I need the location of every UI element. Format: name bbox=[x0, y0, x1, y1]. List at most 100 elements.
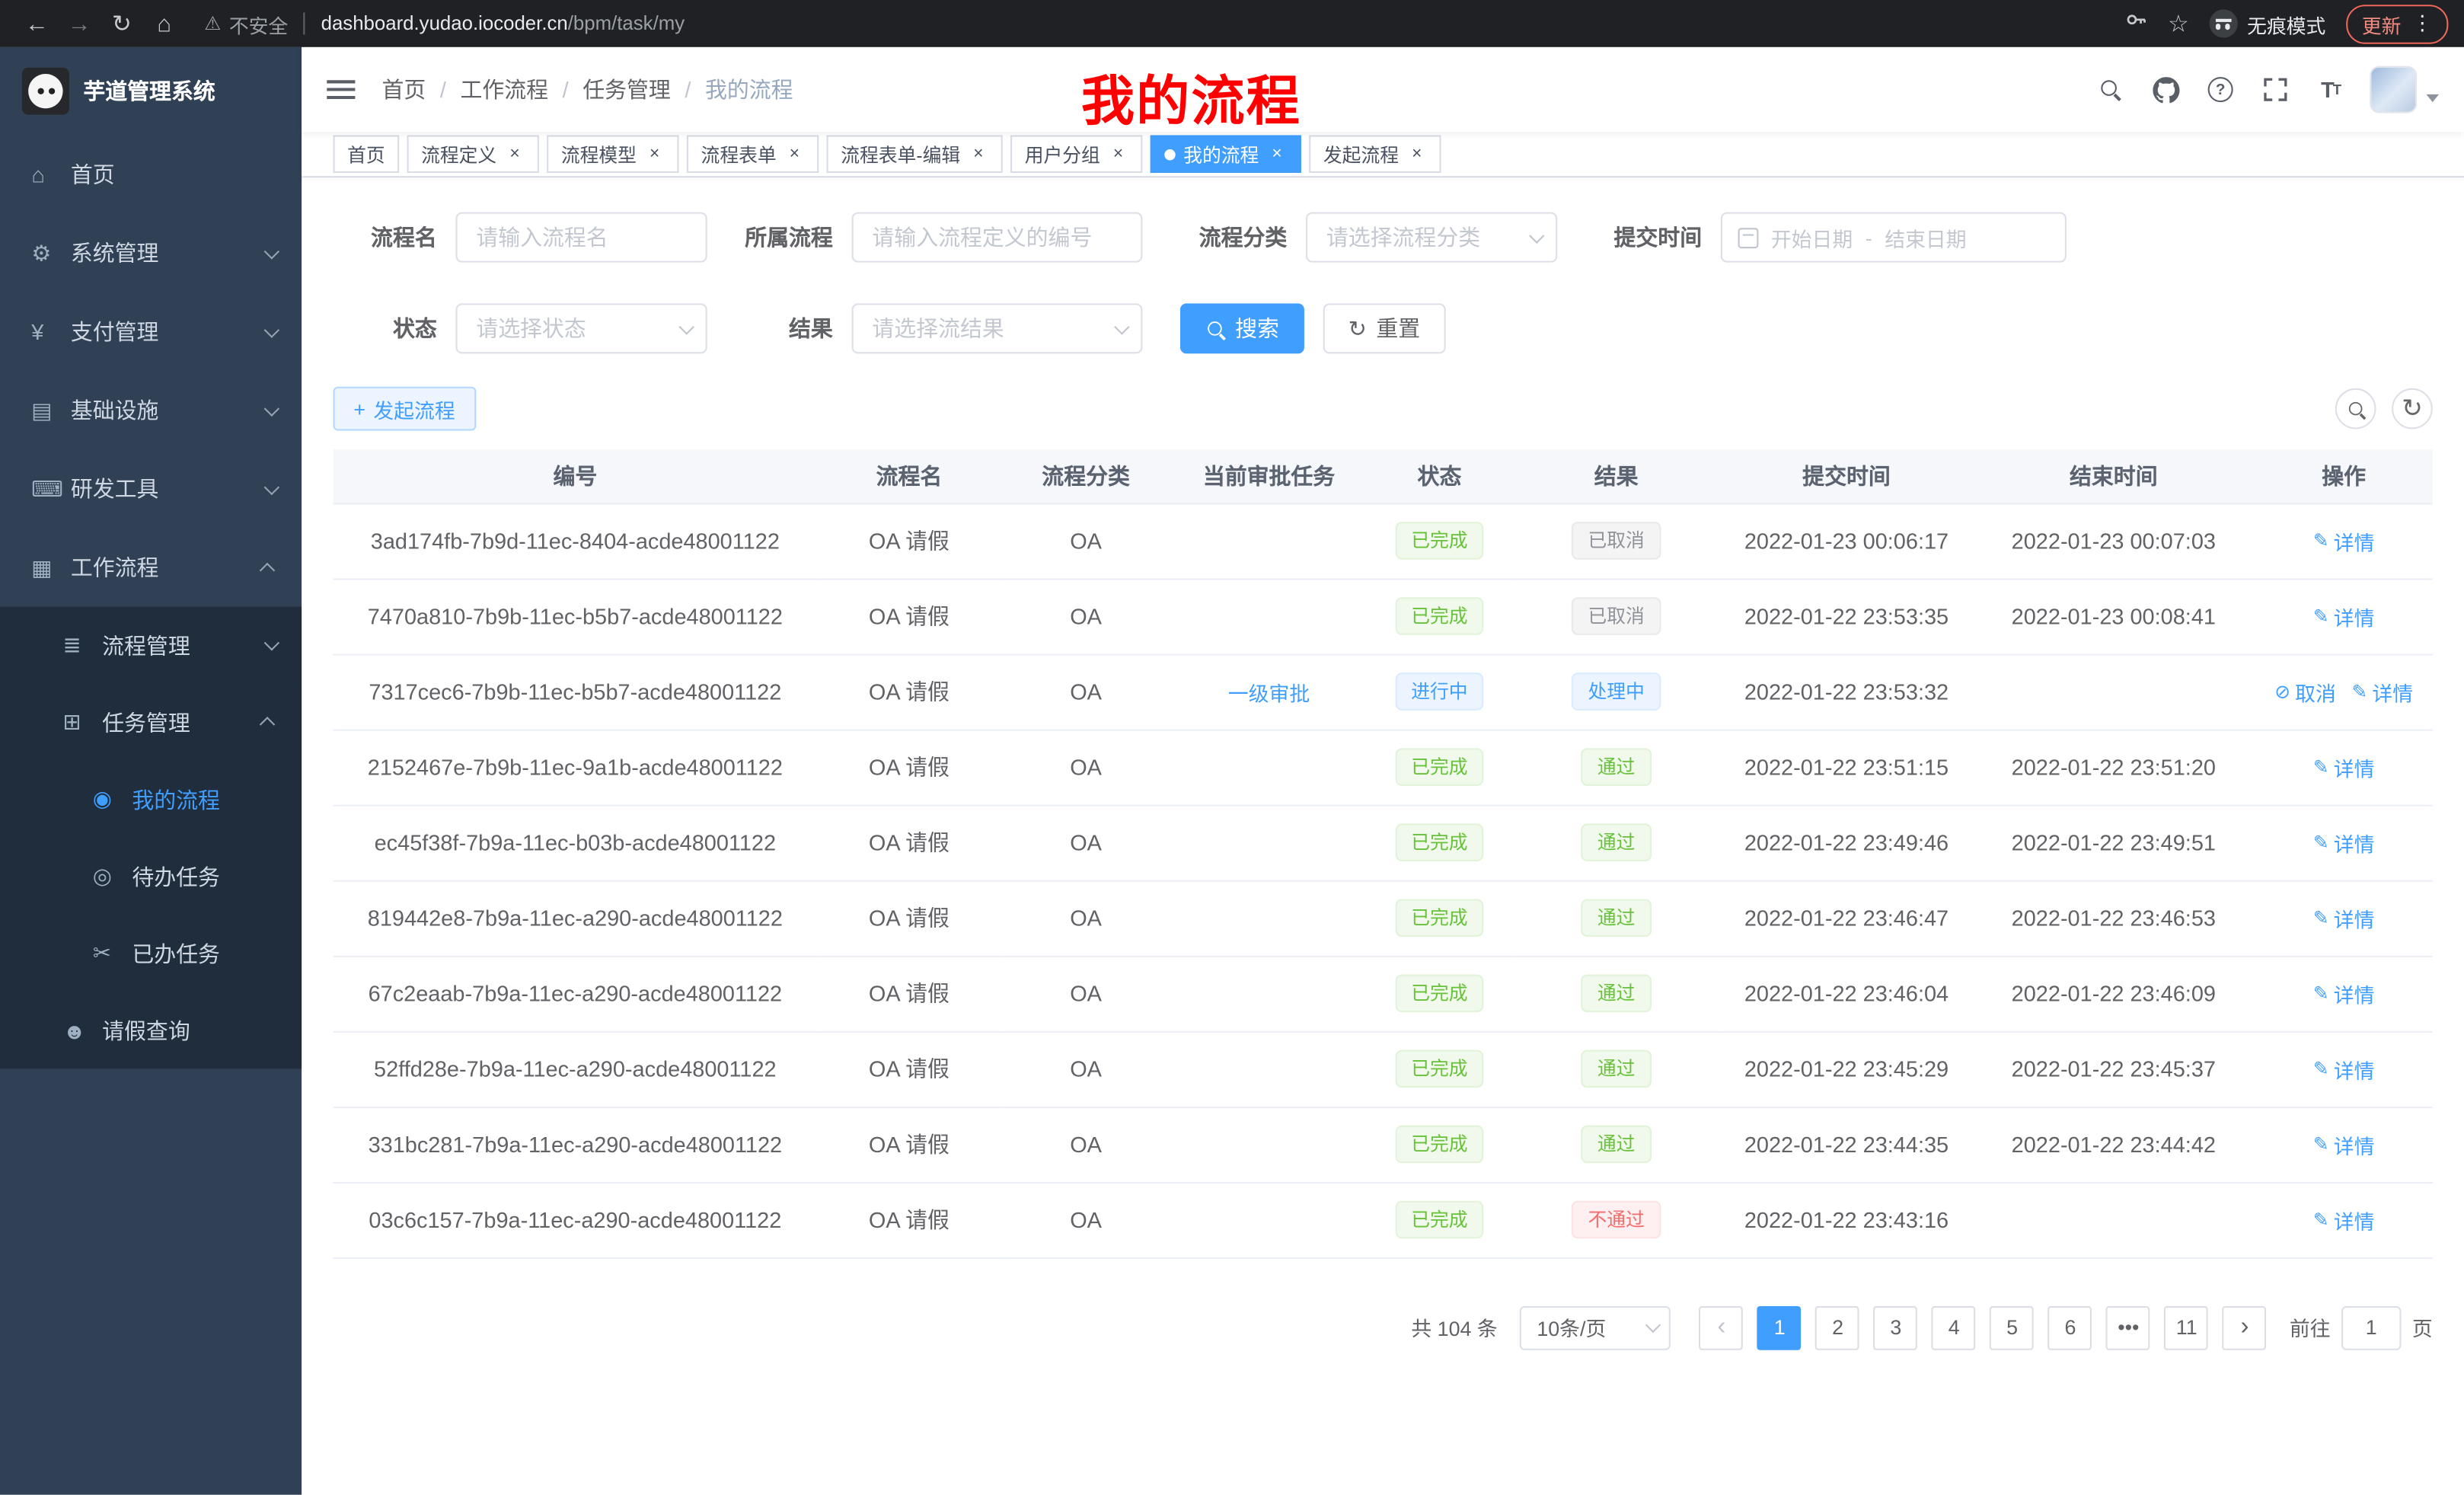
process-category-select[interactable]: 请选择流程分类 bbox=[1306, 212, 1557, 263]
sidebar-item-label: 我的流程 bbox=[132, 784, 279, 815]
detail-action-link[interactable]: ✎详情 bbox=[2313, 601, 2375, 631]
close-icon[interactable]: × bbox=[505, 144, 525, 165]
process-name-input[interactable] bbox=[456, 212, 707, 263]
github-icon[interactable] bbox=[2150, 74, 2181, 105]
address-bar[interactable]: ⚠ 不安全 dashboard.yudao.iocoder.cn/bpm/tas… bbox=[204, 8, 2105, 38]
close-icon[interactable]: × bbox=[1406, 144, 1427, 165]
sidebar-item-workflow[interactable]: ▦工作流程 bbox=[0, 528, 302, 606]
detail-action-link[interactable]: ✎详情 bbox=[2313, 979, 2375, 1008]
process-definition-label: 所属流程 bbox=[745, 222, 851, 253]
url-path: /bpm/task/my bbox=[568, 13, 685, 35]
result-select[interactable]: 请选择流结果 bbox=[852, 303, 1143, 353]
browser-home-icon[interactable]: ⌂ bbox=[143, 10, 186, 37]
detail-action-link[interactable]: ✎详情 bbox=[2313, 828, 2375, 858]
detail-action-link[interactable]: ✎详情 bbox=[2313, 525, 2375, 555]
pagination-page-1[interactable]: 1 bbox=[1757, 1305, 1802, 1350]
sidebar-item-process-mgmt[interactable]: ≣流程管理 bbox=[0, 607, 302, 684]
row-actions: ✎详情 bbox=[2255, 880, 2433, 956]
row-actions: ✎详情 bbox=[2255, 503, 2433, 578]
toggle-search-button[interactable] bbox=[2335, 388, 2376, 430]
password-key-icon[interactable] bbox=[2124, 8, 2147, 39]
status-badge: 进行中 bbox=[1396, 672, 1484, 711]
pagination-page-6[interactable]: 6 bbox=[2048, 1305, 2092, 1350]
refresh-table-button[interactable]: ↻ bbox=[2392, 388, 2433, 430]
tab-start-process[interactable]: 发起流程× bbox=[1309, 135, 1441, 173]
user-menu[interactable] bbox=[2370, 66, 2439, 113]
tab-process-definition[interactable]: 流程定义× bbox=[407, 135, 539, 173]
sidebar-item-leave-query[interactable]: ☻请假查询 bbox=[0, 992, 302, 1069]
pagination: 共 104 条 10条/页 ‹ 123456•••11 › 前往 页 bbox=[334, 1305, 2433, 1350]
sidebar-toggle-icon[interactable] bbox=[327, 80, 355, 99]
tab-process-form-edit[interactable]: 流程表单-编辑× bbox=[827, 135, 1003, 173]
tab-user-group[interactable]: 用户分组× bbox=[1010, 135, 1142, 173]
help-icon[interactable] bbox=[2205, 74, 2236, 105]
goto-suffix: 页 bbox=[2412, 1312, 2433, 1342]
browser-update-button[interactable]: 更新 ⋮ bbox=[2346, 4, 2448, 43]
pagination-page-2[interactable]: 2 bbox=[1816, 1305, 1860, 1350]
close-icon[interactable]: × bbox=[1267, 144, 1288, 165]
create-process-button[interactable]: + 发起流程 bbox=[334, 387, 476, 431]
detail-action-link[interactable]: ✎详情 bbox=[2351, 676, 2413, 706]
pagination-page-11[interactable]: 11 bbox=[2165, 1305, 2209, 1350]
row-actions: ✎详情 bbox=[2255, 730, 2433, 805]
sidebar-item-task-mgmt[interactable]: ⊞任务管理 bbox=[0, 684, 302, 761]
search-icon[interactable] bbox=[2095, 74, 2126, 105]
current-task-link[interactable]: 一级审批 bbox=[1228, 676, 1310, 706]
sidebar-item-infra[interactable]: ▤基础设施 bbox=[0, 371, 302, 449]
pagination-page-3[interactable]: 3 bbox=[1874, 1305, 1918, 1350]
browser-reload-icon[interactable]: ↻ bbox=[101, 9, 143, 37]
result-badge: 处理中 bbox=[1572, 672, 1661, 711]
tab-home[interactable]: 首页 bbox=[334, 135, 400, 173]
sidebar-item-done-task[interactable]: ✂已办任务 bbox=[0, 915, 302, 992]
breadcrumb-item[interactable]: 工作流程 bbox=[460, 74, 548, 105]
fullscreen-icon[interactable] bbox=[2260, 74, 2291, 105]
tab-my-process[interactable]: 我的流程× bbox=[1151, 135, 1301, 173]
tab-process-form[interactable]: 流程表单× bbox=[687, 135, 819, 173]
page-size-select[interactable]: 10条/页 bbox=[1520, 1305, 1671, 1350]
cancel-action-link[interactable]: ⊘取消 bbox=[2274, 676, 2336, 706]
font-size-icon[interactable]: TT bbox=[2315, 74, 2346, 105]
close-icon[interactable]: × bbox=[968, 144, 988, 165]
process-definition-input[interactable] bbox=[852, 212, 1143, 263]
close-icon[interactable]: × bbox=[1108, 144, 1128, 165]
search-button[interactable]: 搜索 bbox=[1180, 303, 1304, 353]
app-logo[interactable]: 芋道管理系统 bbox=[0, 47, 302, 136]
sidebar-item-devtools[interactable]: ⌨研发工具 bbox=[0, 449, 302, 528]
main-area: 首页/工作流程/任务管理/我的流程 TT bbox=[302, 47, 2464, 1495]
submit-time-daterange[interactable]: 开始日期 - 结束日期 bbox=[1721, 212, 2067, 263]
pagination-page-5[interactable]: 5 bbox=[1990, 1305, 2035, 1350]
row-result: 通过 bbox=[1511, 880, 1720, 956]
browser-back-icon[interactable]: ← bbox=[16, 10, 59, 37]
detail-action-link[interactable]: ✎详情 bbox=[2313, 1205, 2375, 1235]
avatar[interactable] bbox=[2370, 66, 2417, 113]
tab-process-model[interactable]: 流程模型× bbox=[547, 135, 678, 173]
detail-action-link[interactable]: ✎详情 bbox=[2313, 1054, 2375, 1084]
pagination-more-button[interactable]: ••• bbox=[2106, 1305, 2150, 1350]
address-divider bbox=[304, 13, 305, 35]
reset-button[interactable]: ↻ 重置 bbox=[1323, 303, 1445, 353]
browser-forward-icon[interactable]: → bbox=[58, 10, 101, 37]
pagination-prev-button[interactable]: ‹ bbox=[1700, 1305, 1744, 1350]
close-icon[interactable]: × bbox=[784, 144, 805, 165]
sidebar-item-label: 基础设施 bbox=[71, 395, 264, 426]
sidebar-item-home[interactable]: ⌂首页 bbox=[0, 135, 302, 213]
row-current-task: 一级审批 bbox=[1171, 654, 1368, 730]
browser-menu-icon[interactable]: ⋮ bbox=[2412, 11, 2433, 36]
sidebar-item-todo-task[interactable]: ◎待办任务 bbox=[0, 838, 302, 915]
detail-action-link[interactable]: ✎详情 bbox=[2313, 903, 2375, 933]
status-select[interactable]: 请选择状态 bbox=[456, 303, 707, 353]
sidebar-item-system[interactable]: ⚙系统管理 bbox=[0, 214, 302, 292]
breadcrumb-item[interactable]: 首页 bbox=[382, 74, 426, 105]
goto-page-input[interactable] bbox=[2341, 1305, 2401, 1350]
pagination-next-button[interactable]: › bbox=[2223, 1305, 2267, 1350]
detail-action-link[interactable]: ✎详情 bbox=[2313, 752, 2375, 782]
sidebar-item-payment[interactable]: ¥支付管理 bbox=[0, 292, 302, 371]
detail-action-link[interactable]: ✎详情 bbox=[2313, 1129, 2375, 1159]
close-icon[interactable]: × bbox=[644, 144, 665, 165]
row-end-time bbox=[1972, 1182, 2255, 1257]
bookmark-star-icon[interactable]: ☆ bbox=[2168, 9, 2189, 37]
pagination-page-4[interactable]: 4 bbox=[1932, 1305, 1976, 1350]
row-submit-time: 2022-01-22 23:43:16 bbox=[1721, 1182, 1972, 1257]
breadcrumb-item[interactable]: 任务管理 bbox=[582, 74, 671, 105]
sidebar-item-my-process[interactable]: ◉我的流程 bbox=[0, 761, 302, 838]
